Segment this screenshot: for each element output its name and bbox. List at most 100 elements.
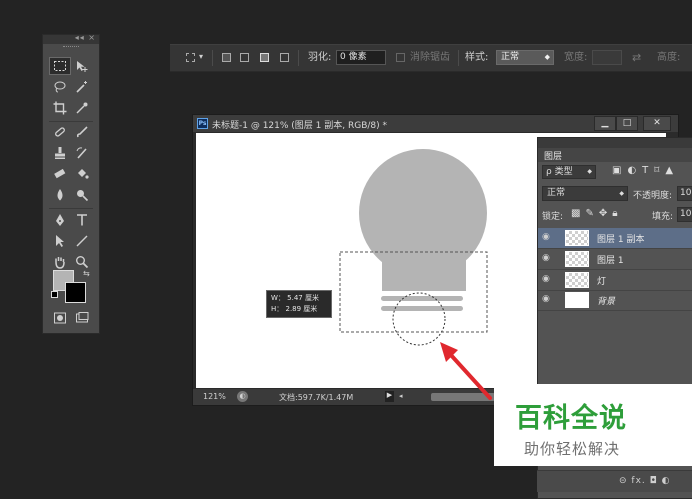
arrow-shaft	[448, 352, 492, 400]
watermark-title: 百科全说	[515, 403, 627, 434]
chevron-updown-icon: ◆	[544, 53, 550, 61]
lock-icons[interactable]: ▩✎✥🔒︎	[571, 208, 623, 219]
type-icon[interactable]	[71, 211, 93, 229]
fill-label: 填充:	[652, 212, 674, 222]
brush-icon[interactable]	[71, 123, 93, 141]
layer-filter-select[interactable]: ρ 类型 ◆	[542, 165, 596, 179]
tooltip-width: W： 5.47 厘米	[271, 294, 319, 302]
status-menu-arrow-icon[interactable]: ▶	[385, 391, 394, 402]
swap-colors-icon[interactable]: ⇆	[83, 269, 90, 278]
blur-icon[interactable]	[49, 186, 71, 204]
quick-mask-icon[interactable]	[49, 309, 71, 327]
lock-label: 锁定:	[542, 212, 564, 222]
tools-panel: ◂◂ × ⇆	[42, 33, 100, 334]
rectangular-marquee-icon[interactable]	[49, 57, 71, 75]
panel-grip[interactable]	[63, 46, 79, 49]
tooltip-height: H： 2.89 厘米	[271, 305, 318, 313]
feather-label: 羽化:	[308, 52, 332, 63]
layer-row[interactable]: ◉ 图层 1 副本	[538, 228, 692, 249]
width-input[interactable]	[592, 50, 622, 65]
minimize-button[interactable]: ▁	[594, 116, 616, 131]
move-icon[interactable]	[71, 57, 93, 75]
layer-thumbnail	[565, 292, 589, 308]
layer-filter-icons[interactable]: ▣◐T⌑▲	[612, 165, 679, 176]
visibility-eye-icon[interactable]: ◉	[542, 254, 552, 263]
options-divider	[212, 50, 213, 66]
layer-thumbnail	[565, 251, 589, 267]
red-arrow-annotation	[440, 342, 492, 400]
layer-name: 背景	[597, 297, 616, 307]
screen-mode-icon[interactable]	[71, 309, 93, 327]
collapse-label[interactable]: ◂◂ ×	[75, 33, 96, 42]
tools-panel-header[interactable]: ◂◂ ×	[43, 33, 99, 44]
style-label: 样式:	[465, 52, 489, 63]
height-label: 高度:	[657, 52, 681, 63]
bulb-neck-fill	[382, 261, 466, 291]
layer-name: 图层 1 副本	[597, 235, 645, 245]
zoom-level[interactable]: 121%	[203, 392, 226, 401]
visibility-eye-icon[interactable]: ◉	[542, 295, 552, 304]
background-color-swatch[interactable]	[65, 282, 86, 303]
layer-row[interactable]: ◉ 灯	[538, 270, 692, 291]
style-select-value: 正常	[501, 52, 520, 62]
maximize-button[interactable]: □	[616, 116, 638, 131]
status-info-icon[interactable]: ◐	[237, 391, 248, 402]
blend-mode-value: 正常	[547, 188, 566, 198]
photoshop-logo-icon: Ps	[197, 118, 208, 129]
eyedropper-icon[interactable]	[71, 99, 93, 117]
scroll-left-icon[interactable]: ◂	[399, 392, 403, 400]
path-selection-icon[interactable]	[49, 232, 71, 250]
default-colors-icon[interactable]	[51, 291, 58, 298]
opacity-input[interactable]: 100	[677, 186, 692, 201]
document-info: 文档:597.7K/1.47M	[279, 393, 354, 402]
spot-healing-icon[interactable]	[49, 123, 71, 141]
paint-bucket-icon[interactable]	[71, 165, 93, 183]
layer-thumbnail	[565, 230, 589, 246]
bulb-stripe	[381, 306, 463, 311]
width-label: 宽度:	[564, 52, 588, 63]
visibility-eye-icon[interactable]: ◉	[542, 233, 552, 242]
visibility-eye-icon[interactable]: ◉	[542, 275, 552, 284]
layer-name: 灯	[597, 277, 607, 287]
layers-panel-header[interactable]	[538, 138, 692, 148]
layer-name: 图层 1	[597, 256, 624, 266]
fill-input[interactable]: 100	[677, 207, 692, 222]
layer-filter-value: ρ 类型	[546, 167, 573, 177]
style-select[interactable]: 正常 ◆	[496, 50, 554, 65]
antialias-checkbox[interactable]	[396, 53, 405, 62]
layer-row[interactable]: ◉ 背景	[538, 290, 692, 311]
marquee-preset-icon[interactable]	[186, 53, 195, 62]
layer-row[interactable]: ◉ 图层 1	[538, 249, 692, 270]
document-title: 未标题-1 @ 121% (图层 1 副本, RGB/8) *	[212, 121, 387, 131]
tab-layers[interactable]: 图层	[538, 148, 692, 162]
dodge-icon[interactable]	[71, 186, 93, 204]
watermark-subtitle: 助你轻松解决	[524, 440, 621, 458]
options-divider	[458, 50, 459, 66]
line-icon[interactable]	[71, 232, 93, 250]
blend-mode-select[interactable]: 正常 ◆	[542, 186, 628, 201]
layer-thumbnail	[565, 272, 589, 288]
close-button[interactable]: ✕	[643, 116, 671, 131]
opacity-label: 不透明度:	[633, 191, 673, 201]
feather-input[interactable]: 0 像素	[336, 50, 386, 65]
tab-layers-label: 图层	[544, 152, 563, 162]
new-selection-icon[interactable]	[222, 53, 231, 62]
history-brush-icon[interactable]	[71, 144, 93, 162]
subtract-selection-icon[interactable]	[260, 53, 269, 62]
eraser-icon[interactable]	[49, 165, 71, 183]
swap-dimensions-icon[interactable]: ⇄	[632, 51, 641, 65]
add-to-selection-icon[interactable]	[240, 53, 249, 62]
bulb-stripe	[381, 296, 463, 301]
crop-icon[interactable]	[49, 99, 71, 117]
pen-icon[interactable]	[49, 211, 71, 229]
antialias-label: 消除锯齿	[410, 52, 450, 63]
lasso-icon[interactable]	[49, 78, 71, 96]
intersect-selection-icon[interactable]	[280, 53, 289, 62]
document-titlebar[interactable]: Ps 未标题-1 @ 121% (图层 1 副本, RGB/8) * ▁ □ ✕	[193, 115, 678, 132]
chevron-updown-icon: ◆	[587, 168, 592, 175]
hand-icon[interactable]	[49, 253, 71, 271]
layer-action-icons[interactable]: ⊝ fx. ◘ ◐	[619, 476, 670, 486]
clone-stamp-icon[interactable]	[49, 144, 71, 162]
chevron-down-icon[interactable]: ▾	[199, 50, 203, 64]
magic-wand-icon[interactable]	[71, 78, 93, 96]
